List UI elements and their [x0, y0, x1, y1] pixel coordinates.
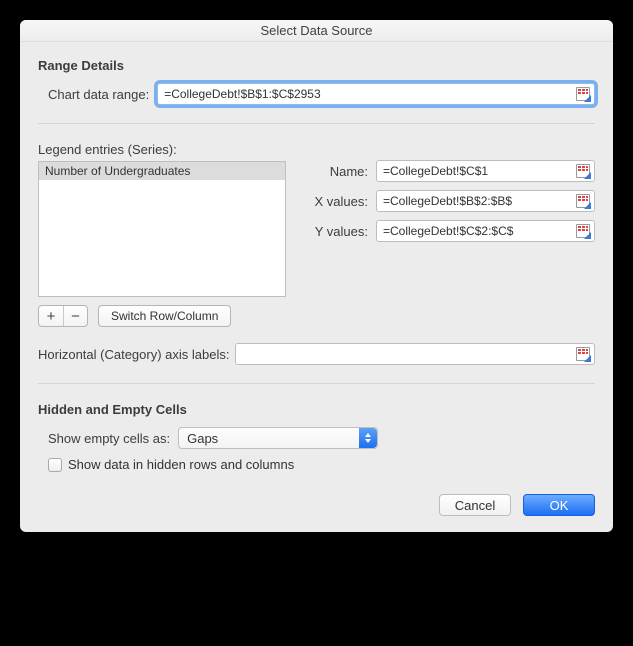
chart-data-range-label: Chart data range: — [48, 87, 157, 102]
ok-button[interactable]: OK — [523, 494, 595, 516]
separator — [38, 123, 595, 124]
chart-data-range-input[interactable] — [158, 84, 576, 104]
x-values-input[interactable] — [377, 191, 576, 211]
select-data-source-dialog: Select Data Source Range Details Chart d… — [20, 20, 613, 532]
series-name-label: Name: — [304, 164, 376, 179]
list-item[interactable]: Number of Undergraduates — [39, 162, 285, 180]
range-picker-icon[interactable] — [576, 347, 590, 361]
horizontal-axis-labels-field[interactable] — [235, 343, 595, 365]
x-values-field[interactable] — [376, 190, 595, 212]
remove-series-button[interactable]: − — [63, 306, 87, 326]
series-name-field[interactable] — [376, 160, 595, 182]
range-details-heading: Range Details — [38, 58, 595, 73]
range-picker-icon[interactable] — [576, 87, 590, 101]
show-empty-cells-value: Gaps — [187, 431, 218, 446]
show-hidden-data-label: Show data in hidden rows and columns — [68, 457, 294, 472]
series-listbox[interactable]: Number of Undergraduates — [38, 161, 286, 297]
separator — [38, 383, 595, 384]
series-name-input[interactable] — [377, 161, 576, 181]
legend-entries-label: Legend entries (Series): — [38, 142, 286, 157]
y-values-input[interactable] — [377, 221, 576, 241]
y-values-label: Y values: — [304, 224, 376, 239]
range-picker-icon[interactable] — [576, 164, 590, 178]
chart-data-range-field[interactable] — [157, 83, 595, 105]
horizontal-axis-labels-input[interactable] — [236, 344, 576, 364]
switch-row-column-button[interactable]: Switch Row/Column — [98, 305, 231, 327]
show-empty-cells-select[interactable]: Gaps — [178, 427, 378, 449]
y-values-field[interactable] — [376, 220, 595, 242]
range-picker-icon[interactable] — [576, 194, 590, 208]
horizontal-axis-labels-label: Horizontal (Category) axis labels: — [38, 347, 235, 362]
show-hidden-data-checkbox[interactable] — [48, 458, 62, 472]
show-empty-cells-label: Show empty cells as: — [48, 431, 178, 446]
add-remove-segment: + − — [38, 305, 88, 327]
chevron-updown-icon — [359, 428, 377, 448]
cancel-button[interactable]: Cancel — [439, 494, 511, 516]
add-series-button[interactable]: + — [39, 306, 63, 326]
range-picker-icon[interactable] — [576, 224, 590, 238]
hidden-empty-heading: Hidden and Empty Cells — [38, 402, 595, 417]
dialog-content: Range Details Chart data range: Legend e… — [20, 42, 613, 532]
dialog-title: Select Data Source — [20, 20, 613, 42]
x-values-label: X values: — [304, 194, 376, 209]
